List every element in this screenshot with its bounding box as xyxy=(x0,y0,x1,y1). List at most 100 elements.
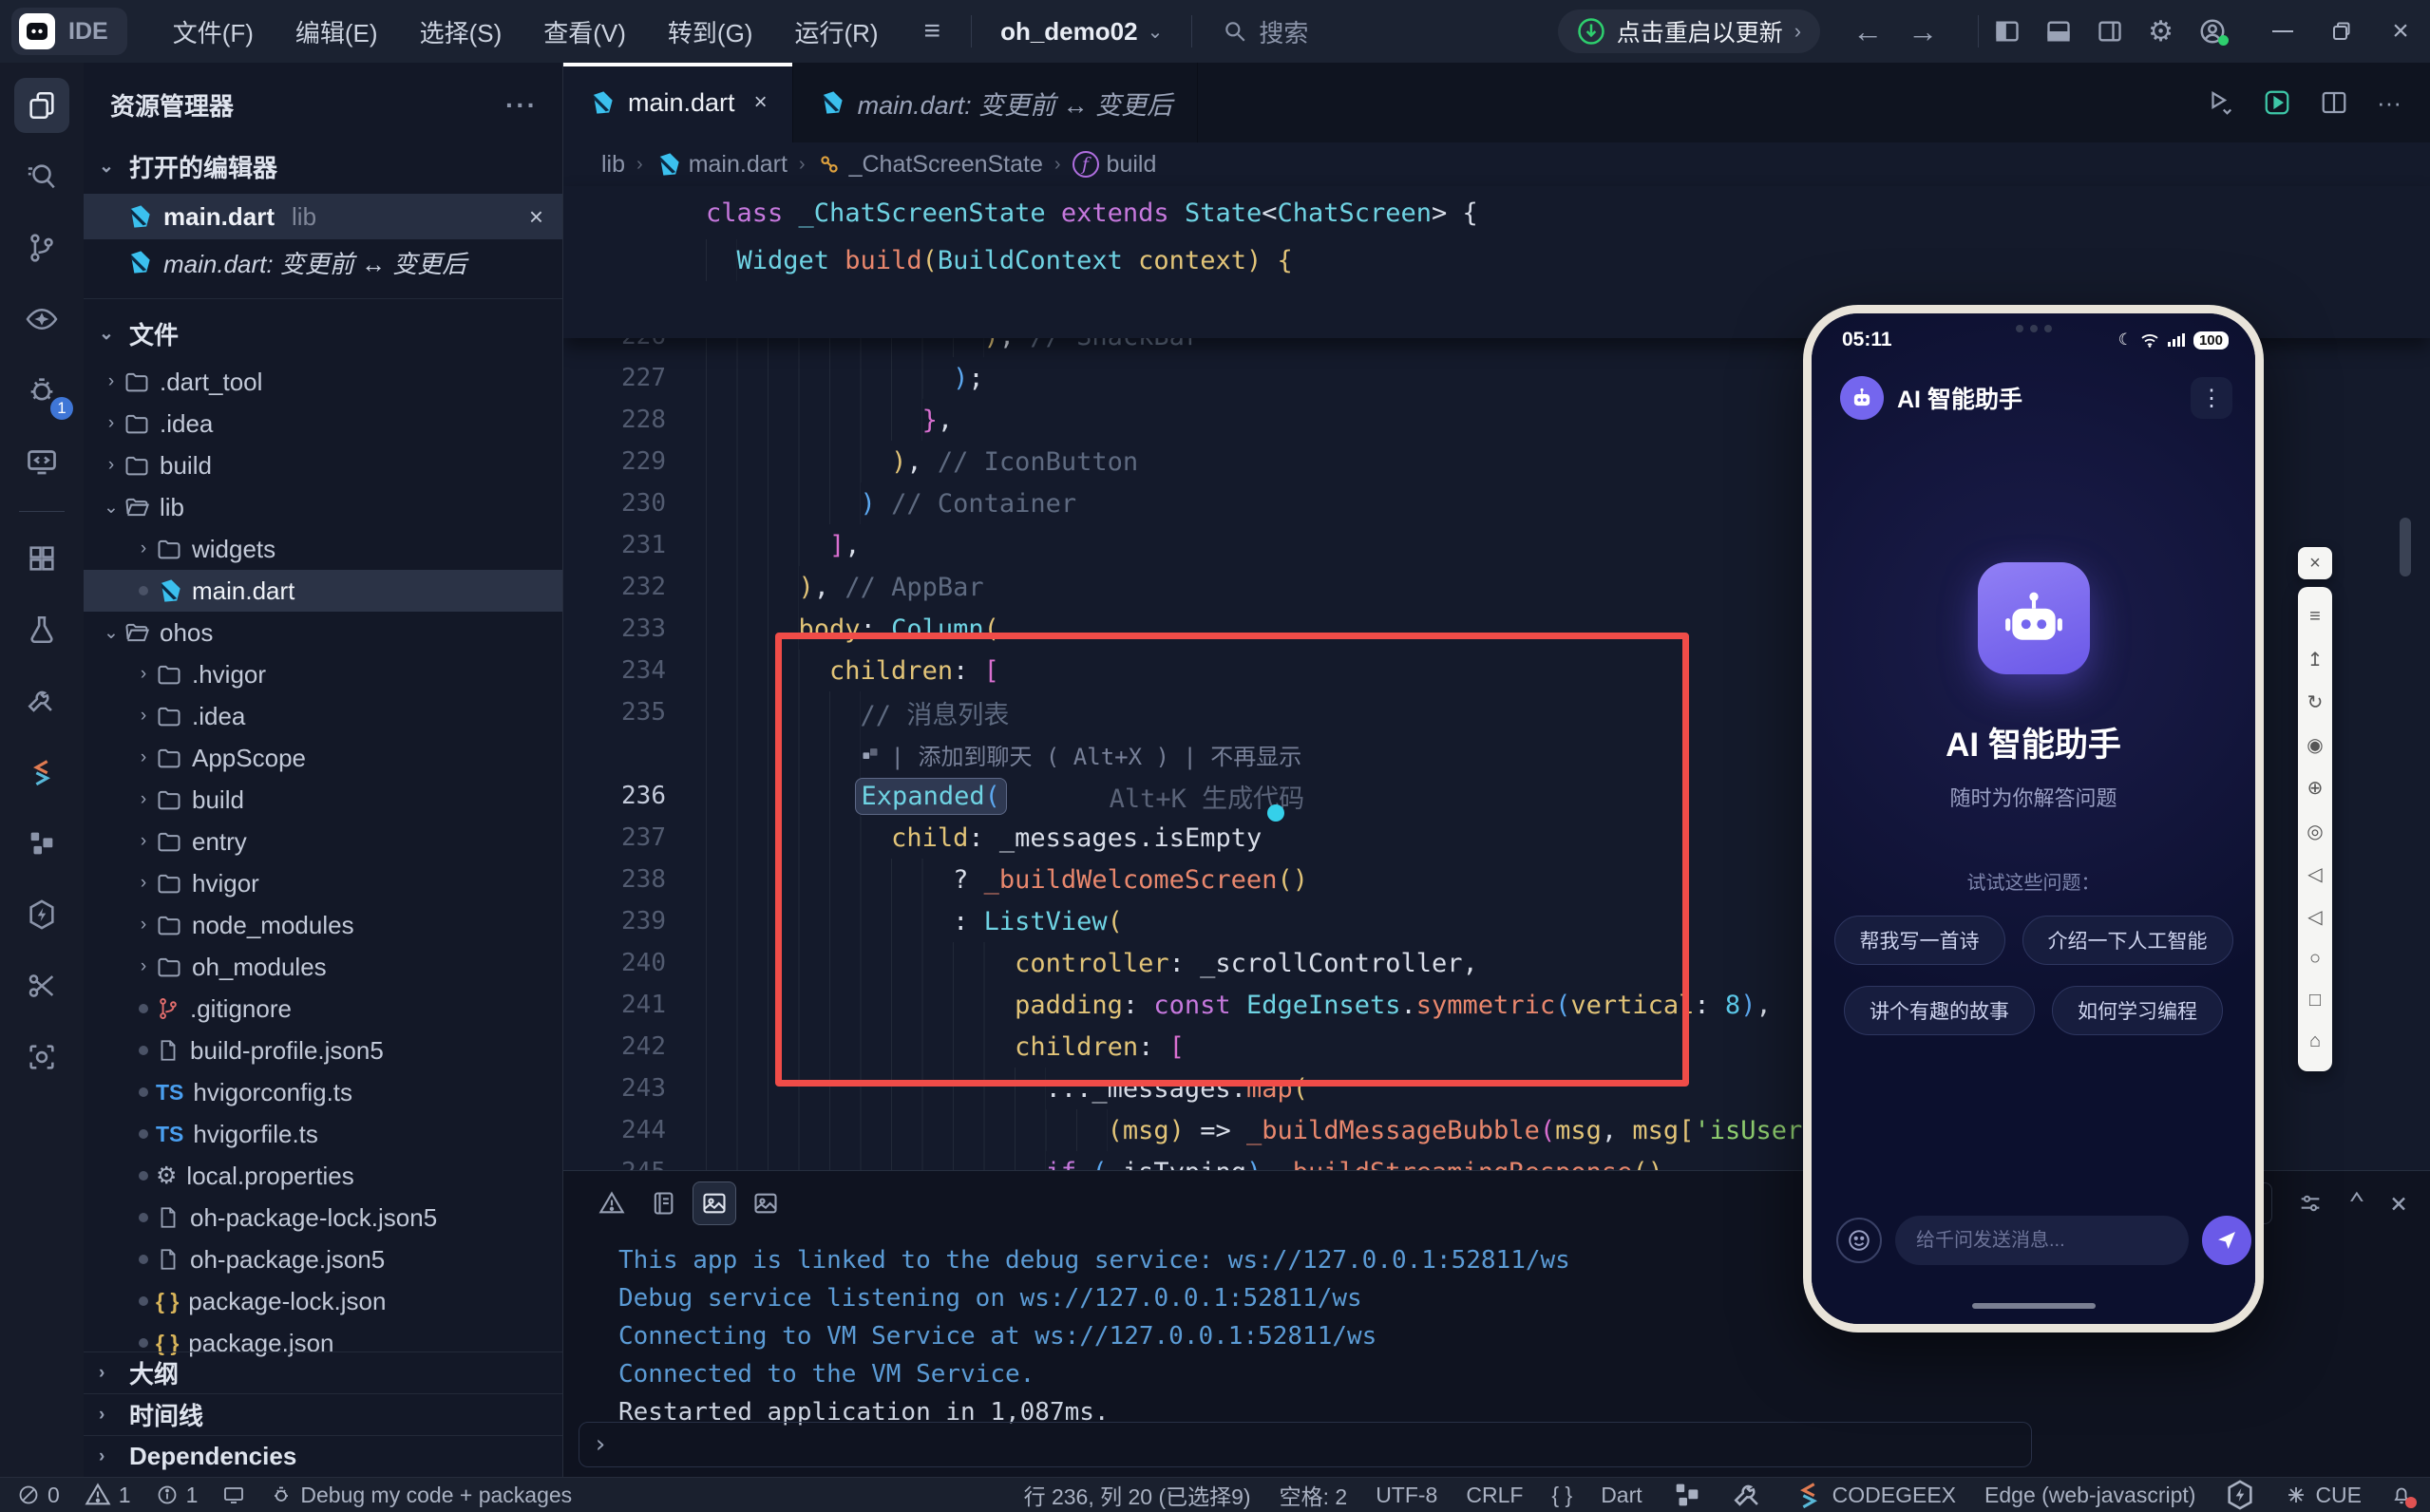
tree-item-lib[interactable]: ⌄lib xyxy=(84,486,562,528)
console-image-icon[interactable] xyxy=(744,1181,788,1225)
tree-item-oh-package.json5[interactable]: oh-package.json5 xyxy=(84,1238,562,1280)
tree-item-oh-package-lock.json5[interactable]: oh-package-lock.json5 xyxy=(84,1197,562,1238)
emulator-plus-circle-icon[interactable]: ⊕ xyxy=(2307,776,2324,800)
forward-button[interactable]: → xyxy=(1908,14,1938,49)
status-{ }[interactable]: { } xyxy=(1551,1483,1572,1508)
message-input[interactable] xyxy=(1895,1216,2189,1265)
settings-gear-icon[interactable]: ⚙ xyxy=(2148,15,2174,48)
tree-item-.idea[interactable]: ›.idea xyxy=(84,403,562,444)
status-CODEGEEX[interactable]: CODEGEEX xyxy=(1793,1479,1956,1511)
run-button[interactable] xyxy=(2206,88,2234,117)
editor-scrollbar[interactable] xyxy=(2400,518,2411,576)
tab-main.dart[interactable]: main.dart× xyxy=(563,63,793,142)
send-button[interactable] xyxy=(2202,1216,2251,1265)
activity-snippets-icon[interactable] xyxy=(14,958,69,1013)
status-debug-small[interactable]: Debug my code + packages xyxy=(270,1483,572,1508)
status-circle-slash[interactable]: 0 xyxy=(17,1483,60,1508)
console-screenshot-icon[interactable] xyxy=(693,1181,736,1225)
account-icon[interactable] xyxy=(2198,17,2227,46)
emoji-icon[interactable] xyxy=(1836,1218,1882,1263)
status-UTF-8[interactable]: UTF-8 xyxy=(1376,1483,1437,1508)
emulator-collapse-top-icon[interactable]: ↥ xyxy=(2307,648,2324,671)
status-screen[interactable] xyxy=(222,1484,245,1506)
close-icon[interactable]: × xyxy=(529,202,543,232)
minimize-button[interactable] xyxy=(2253,0,2312,63)
tree-item-node_modules[interactable]: ›node_modules xyxy=(84,904,562,946)
tab-main.dart: 变更前 ↔ 变更后[interactable]: main.dart: 变更前 ↔ 变更后 xyxy=(793,63,1199,142)
emulator-back-tri-icon[interactable]: ◁ xyxy=(2307,905,2322,929)
more-menus-icon[interactable]: ≡ xyxy=(909,15,957,47)
prompt-pill-帮我写一首诗[interactable]: 帮我写一首诗 xyxy=(1834,916,2005,965)
tree-item-.dart_tool[interactable]: ›.dart_tool xyxy=(84,361,562,403)
tree-item-package-lock.json[interactable]: { }package-lock.json xyxy=(84,1280,562,1322)
more-options-icon[interactable]: ⋮ xyxy=(2191,377,2232,419)
back-button[interactable]: ← xyxy=(1852,14,1883,49)
console-input[interactable]: › xyxy=(579,1422,2032,1467)
tree-item-oh_modules[interactable]: ›oh_modules xyxy=(84,946,562,988)
menubar-item-3[interactable]: 查看(V) xyxy=(522,14,647,49)
emulator-list-icon[interactable]: ≡ xyxy=(2309,606,2321,628)
activity-explorer-icon[interactable] xyxy=(14,78,69,133)
toggle-left-panel-icon[interactable] xyxy=(1994,18,2021,45)
tree-item-AppScope[interactable]: ›AppScope xyxy=(84,737,562,779)
console-warning-icon[interactable] xyxy=(590,1181,634,1225)
status-warning[interactable]: 1 xyxy=(85,1482,131,1508)
activity-tools-icon[interactable] xyxy=(14,673,69,728)
emulator-target-icon[interactable]: ◎ xyxy=(2307,820,2323,843)
tree-item-.gitignore[interactable]: .gitignore xyxy=(84,988,562,1030)
tree-item-hvigorfile.ts[interactable]: TShvigorfile.ts xyxy=(84,1113,562,1155)
emulator-volume-icon[interactable]: ◁ xyxy=(2307,862,2322,886)
sliders-icon[interactable] xyxy=(2297,1190,2324,1217)
breadcrumb[interactable]: lib›main.dart›_ChatScreenState›fbuild xyxy=(563,142,2430,186)
close-panel-icon[interactable]: × xyxy=(2390,1187,2407,1220)
split-editor-button[interactable] xyxy=(2320,88,2348,117)
open-editor-main.dart: 变更前 ↔ 变更后[interactable]: main.dart: 变更前 ↔ 变更后 xyxy=(84,239,562,285)
tree-item-hvigor[interactable]: ›hvigor xyxy=(84,862,562,904)
restart-to-update-button[interactable]: 点击重启以更新 › xyxy=(1558,9,1820,53)
activity-frame-search-icon[interactable] xyxy=(14,1030,69,1085)
files-section[interactable]: ⌄ 文件 xyxy=(84,298,562,361)
status-CUE[interactable]: CUE xyxy=(2285,1483,2362,1508)
tree-item-.hvigor[interactable]: ›.hvigor xyxy=(84,653,562,695)
close-icon[interactable]: × xyxy=(754,89,768,116)
menubar-item-2[interactable]: 选择(S) xyxy=(399,14,523,49)
open-editors-section[interactable]: ⌄ 打开的编辑器 xyxy=(84,140,562,194)
status-行 236, 列 20 (已选择9)[interactable]: 行 236, 列 20 (已选择9) xyxy=(1024,1479,1251,1511)
project-selector[interactable]: oh_demo02 ⌄ xyxy=(987,17,1176,47)
activity-run-device-icon[interactable] xyxy=(14,434,69,489)
tree-item-build-profile.json5[interactable]: build-profile.json5 xyxy=(84,1030,562,1071)
status-bell[interactable] xyxy=(2390,1484,2413,1506)
status-tools[interactable] xyxy=(1732,1479,1764,1511)
toggle-right-panel-icon[interactable] xyxy=(2097,18,2123,45)
tree-item-hvigorconfig.ts[interactable]: TShvigorconfig.ts xyxy=(84,1071,562,1113)
tree-item-build[interactable]: ›build xyxy=(84,779,562,821)
status-hex-bolt[interactable] xyxy=(2224,1479,2256,1511)
menubar-item-0[interactable]: 文件(F) xyxy=(152,14,275,49)
prompt-pill-如何学习编程[interactable]: 如何学习编程 xyxy=(2052,986,2223,1035)
status-CRLF[interactable]: CRLF xyxy=(1466,1483,1523,1508)
status-空格: 2[interactable]: 空格: 2 xyxy=(1280,1479,1348,1511)
status-info[interactable]: 1 xyxy=(156,1483,199,1508)
editor-more-icon[interactable]: ··· xyxy=(2377,88,2402,118)
menubar-item-5[interactable]: 运行(R) xyxy=(773,14,899,49)
open-editor-main.dart[interactable]: main.dartlib× xyxy=(84,194,562,239)
breadcrumb-item-main.dart[interactable]: main.dart xyxy=(655,151,788,179)
breadcrumb-item-lib[interactable]: lib xyxy=(601,151,625,179)
tree-item-entry[interactable]: ›entry xyxy=(84,821,562,862)
emulator-square-recent-icon[interactable]: □ xyxy=(2309,990,2321,1011)
status-Edge (web-javascript)[interactable]: Edge (web-javascript) xyxy=(1984,1483,2195,1508)
app-logo[interactable]: IDE xyxy=(11,8,127,55)
status-blocks[interactable] xyxy=(1671,1479,1703,1511)
sidebar-more-icon[interactable]: ··· xyxy=(505,90,538,121)
prompt-pill-讲个有趣的故事[interactable]: 讲个有趣的故事 xyxy=(1844,986,2035,1035)
tree-item-local.properties[interactable]: ⚙local.properties xyxy=(84,1155,562,1197)
toggle-bottom-panel-icon[interactable] xyxy=(2045,18,2072,45)
tree-item-.idea[interactable]: ›.idea xyxy=(84,695,562,737)
activity-preview-eye-icon[interactable] xyxy=(14,292,69,347)
activity-debug-icon[interactable]: 1 xyxy=(14,363,69,418)
sidebar-section-大纲[interactable]: ›大纲 xyxy=(84,1351,562,1393)
emulator-home-glyph-icon[interactable]: ⌂ xyxy=(2309,1030,2321,1052)
selection-handle[interactable] xyxy=(1267,804,1284,822)
collapse-panel-icon[interactable]: ⌃ xyxy=(2348,1187,2365,1220)
activity-hex-bolt-icon[interactable] xyxy=(14,887,69,942)
